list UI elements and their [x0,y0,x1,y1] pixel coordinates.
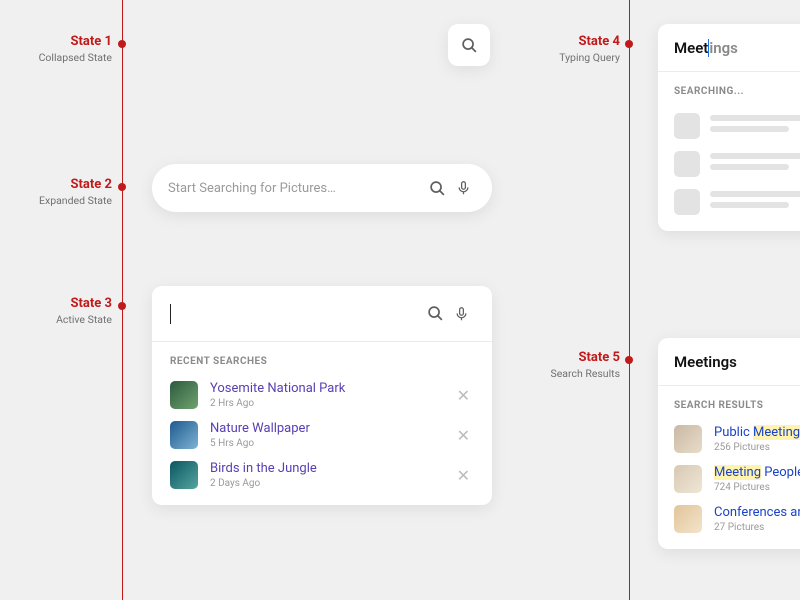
search-input-row[interactable]: Meetings [658,24,800,72]
recent-item-time: 5 Hrs Ago [210,438,453,449]
label-state-4: State 4 Typing Query [530,34,620,64]
microphone-icon[interactable] [448,301,474,327]
remove-icon[interactable]: ✕ [453,422,474,449]
result-item[interactable]: Conferences and 27 Pictures [658,499,800,539]
thumbnail [170,381,198,409]
recent-item[interactable]: Yosemite National Park 2 Hrs Ago ✕ [152,375,492,415]
search-input-row[interactable] [152,286,492,342]
thumbnail [674,465,702,493]
search-typing-panel: Meetings SEARCHING... [658,24,800,231]
search-icon[interactable] [424,175,450,201]
timeline-left [122,0,123,600]
thumbnail [170,421,198,449]
search-results-panel: Meetings SEARCH RESULTS Public Meetings … [658,338,800,549]
microphone-icon[interactable] [450,175,476,201]
label-state-1: State 1 Collapsed State [22,34,112,64]
recent-item-time: 2 Hrs Ago [210,398,453,409]
timeline-right [629,0,630,600]
query-text-prefix: Meet [674,39,708,57]
search-active-panel: RECENT SEARCHES Yosemite National Park 2… [152,286,492,505]
search-placeholder: Start Searching for Pictures… [168,181,424,196]
label-state-3: State 3 Active State [22,296,112,326]
remove-icon[interactable]: ✕ [453,462,474,489]
recent-item-time: 2 Days Ago [210,478,453,489]
search-expanded-bar[interactable]: Start Searching for Pictures… [152,164,492,212]
label-state-2: State 2 Expanded State [22,177,112,207]
query-text: Meetings [674,353,737,371]
result-item[interactable]: Public Meetings 256 Pictures [658,419,800,459]
result-item-meta: 27 Pictures [714,522,800,533]
skeleton-row [658,183,800,221]
results-section-header: SEARCH RESULTS [658,386,800,419]
recent-item-name: Birds in the Jungle [210,461,453,476]
remove-icon[interactable]: ✕ [453,382,474,409]
result-item-name: Conferences and [714,505,800,520]
search-icon [456,32,482,58]
skeleton-row [658,145,800,183]
text-cursor [170,304,171,324]
result-item-meta: 256 Pictures [714,442,800,453]
result-item-meta: 724 Pictures [714,482,800,493]
skeleton-row [658,107,800,145]
thumbnail [674,425,702,453]
result-item-name: Meeting People [714,465,800,480]
thumbnail [170,461,198,489]
label-state-5: State 5 Search Results [530,350,620,380]
search-collapsed-button[interactable] [448,24,490,66]
search-icon[interactable] [422,301,448,327]
recent-item-name: Yosemite National Park [210,381,453,396]
search-input-row[interactable]: Meetings [658,338,800,386]
searching-section-header: SEARCHING... [658,72,800,107]
query-text-suffix: ings [709,39,738,57]
thumbnail [674,505,702,533]
recent-item-name: Nature Wallpaper [210,421,453,436]
result-item-name: Public Meetings [714,425,800,440]
recent-item[interactable]: Birds in the Jungle 2 Days Ago ✕ [152,455,492,495]
result-item[interactable]: Meeting People 724 Pictures [658,459,800,499]
recent-section-header: RECENT SEARCHES [152,342,492,375]
recent-item[interactable]: Nature Wallpaper 5 Hrs Ago ✕ [152,415,492,455]
